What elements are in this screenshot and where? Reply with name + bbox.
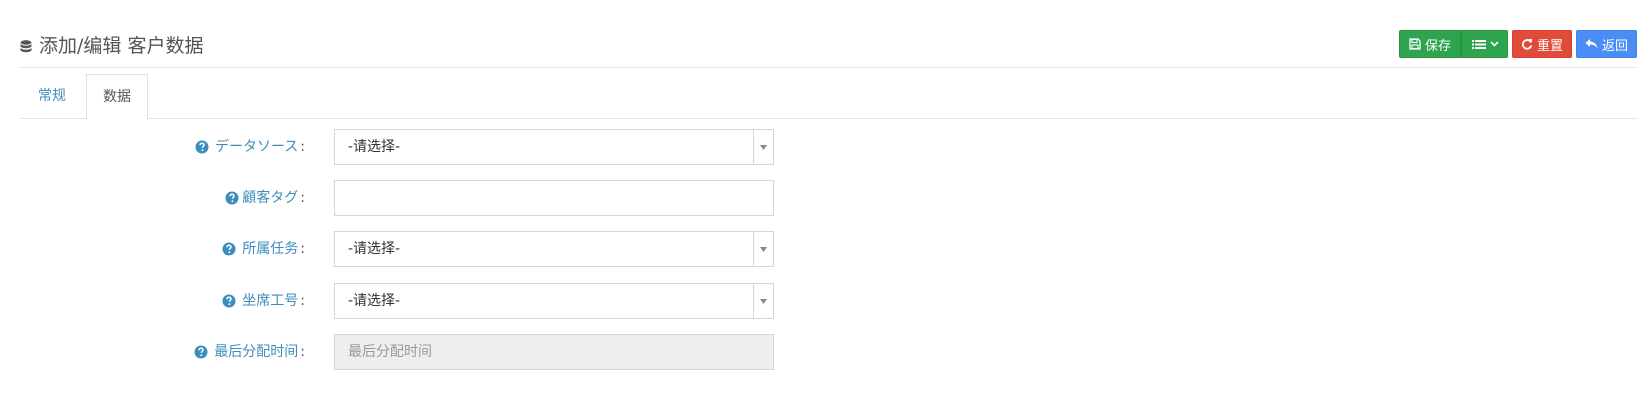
question-circle-icon (194, 345, 208, 359)
label-colon: : (300, 190, 305, 206)
customer-tag-label-text: 顧客タグ (242, 190, 299, 206)
question-circle-icon (225, 191, 239, 205)
more-options-button[interactable] (1460, 30, 1508, 58)
form-row-data-source: データソース: -请选择- (0, 129, 820, 165)
save-button[interactable]: 保存 (1398, 30, 1461, 58)
question-circle-icon (195, 140, 209, 154)
agent-id-label: 坐席工号: (222, 283, 305, 319)
form-row-task: 所属任务: -请选择- (0, 231, 820, 267)
back-button[interactable]: 返回 (1575, 30, 1637, 58)
label-colon: : (300, 344, 305, 360)
refresh-icon (1521, 39, 1533, 50)
label-colon: : (300, 241, 305, 257)
reset-button-label: 重置 (1536, 38, 1563, 54)
tab-bar: 常规 数据 (20, 74, 1637, 120)
tab-data[interactable]: 数据 (86, 74, 148, 120)
task-label-text: 所属任务 (242, 241, 299, 257)
task-label: 所属任务: (222, 231, 305, 267)
reset-button[interactable]: 重置 (1511, 30, 1572, 58)
data-source-label: データソース: (195, 129, 305, 165)
save-button-label: 保存 (1424, 38, 1451, 54)
list-icon (1471, 39, 1486, 49)
page-header: 添加/编辑 客户数据 保存 重置 返回 (20, 28, 1637, 68)
chevron-down-icon (1490, 41, 1499, 47)
caret-down-icon (753, 130, 773, 164)
tab-general[interactable]: 常规 (20, 74, 84, 119)
task-select-value: -请选择- (348, 241, 401, 257)
page-title: 添加/编辑 客户数据 (20, 31, 203, 58)
floppy-disk-icon (1409, 38, 1421, 50)
task-select[interactable]: -请选择- (334, 231, 774, 267)
agent-id-select[interactable]: -请选择- (334, 283, 774, 319)
label-colon: : (300, 139, 305, 155)
last-assigned-time-placeholder: 最后分配时间 (348, 344, 432, 360)
question-circle-icon (222, 294, 236, 308)
data-source-label-text: データソース (214, 139, 299, 155)
label-colon: : (300, 293, 305, 309)
form-row-last-assigned-time: 最后分配时间: 最后分配时间 (0, 334, 820, 370)
agent-id-select-value: -请选择- (348, 293, 401, 309)
customer-tag-input[interactable] (334, 180, 774, 216)
agent-id-label-text: 坐席工号 (242, 293, 299, 309)
data-source-select[interactable]: -请选择- (334, 129, 774, 165)
save-button-group: 保存 (1398, 30, 1508, 58)
question-circle-icon (222, 242, 236, 256)
last-assigned-time-label-text: 最后分配时间 (214, 344, 299, 360)
page-title-text: 添加/编辑 客户数据 (39, 35, 204, 57)
reply-icon (1585, 39, 1598, 49)
database-icon (20, 37, 34, 53)
last-assigned-time-label: 最后分配时间: (194, 334, 305, 370)
last-assigned-time-input: 最后分配时间 (334, 334, 774, 370)
form-row-agent-id: 坐席工号: -请选择- (0, 283, 820, 319)
customer-tag-label: 顧客タグ: (225, 180, 305, 216)
caret-down-icon (753, 284, 773, 318)
toolbar: 保存 重置 返回 (1398, 30, 1637, 58)
data-source-select-value: -请选择- (348, 139, 401, 155)
back-button-label: 返回 (1601, 38, 1628, 54)
form-row-customer-tag: 顧客タグ: (0, 180, 820, 216)
caret-down-icon (753, 232, 773, 266)
